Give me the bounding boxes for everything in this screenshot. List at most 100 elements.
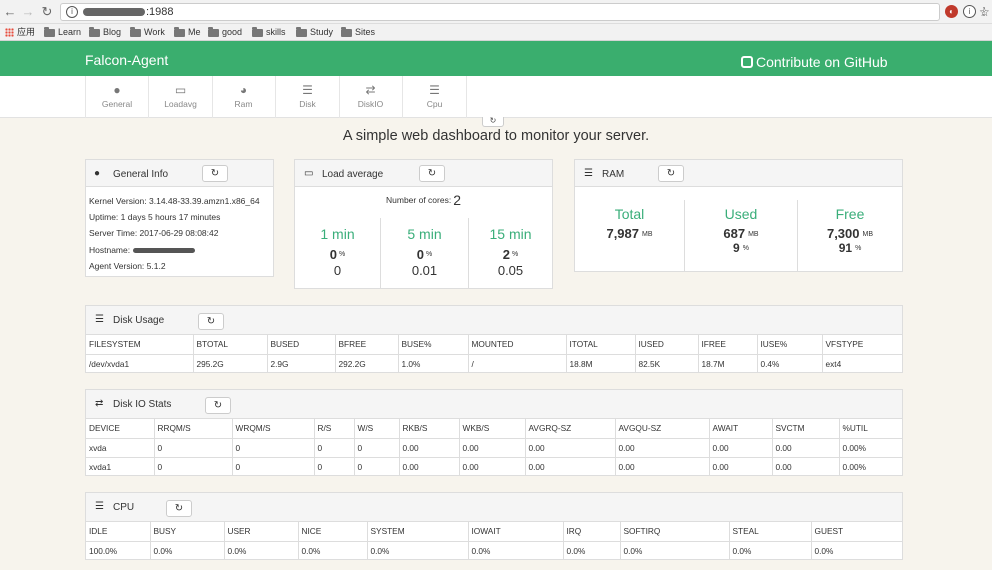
ram-percent: 91% (798, 241, 902, 255)
refresh-button[interactable]: ↻ (419, 165, 445, 182)
table-cell: 295.2G (193, 354, 268, 373)
tab-diskio[interactable]: ⇄ DiskIO (339, 76, 403, 118)
panel-header: ☰ CPU ↻ (86, 493, 902, 522)
ram-used: Used 687 MB 9% (684, 200, 797, 272)
table-cell: /dev/xvda1 (86, 354, 194, 373)
tab-label: DiskIO (357, 99, 384, 109)
ram-percent: 9% (685, 241, 797, 255)
panel-title: Load average (322, 169, 384, 180)
tab-label: Ram (234, 99, 253, 109)
uptime: Uptime: 1 days 5 hours 17 minutes (89, 212, 221, 223)
ram-value: 7,300 MB (798, 226, 902, 241)
column-header: STEAL (729, 522, 812, 542)
table-cell: 0.00 (615, 438, 710, 458)
bookmark-label: Study (310, 27, 334, 37)
table-cell: 0.00 (459, 457, 526, 476)
refresh-button[interactable]: ↻ (166, 500, 192, 517)
tab-ram[interactable]: ◕ Ram (212, 76, 276, 118)
folder-icon (208, 26, 219, 37)
column-header: RRQM/S (154, 419, 233, 439)
bookmark-apps[interactable]: 应用 (5, 26, 35, 39)
bookmark-learn[interactable]: Learn (44, 26, 81, 39)
info-icon: ● (113, 83, 121, 97)
exchange-icon: ⇄ (365, 83, 376, 97)
table-cell: 0.0% (298, 541, 368, 560)
table-cell: 0.4% (757, 354, 823, 373)
percent-unit: % (742, 245, 749, 252)
column-header: VFSTYPE (822, 335, 902, 355)
forward-icon[interactable]: → (20, 4, 36, 20)
disk-io-table: DEVICE RRQM/S WRQM/S R/S W/S RKB/S WKB/S… (86, 419, 902, 476)
extension-icon[interactable]: ◐ (945, 5, 958, 18)
tab-loadavg[interactable]: ▭ Loadavg (149, 76, 213, 118)
folder-icon (341, 26, 352, 37)
ram-label: Free (835, 206, 865, 222)
column-header: IUSE% (757, 335, 823, 355)
list-icon: ☰ (429, 83, 440, 97)
tab-label: Cpu (426, 99, 443, 109)
bookmark-label: 应用 (17, 27, 36, 37)
load-value: 0.05 (497, 263, 524, 278)
column-header: W/S (354, 419, 400, 439)
bookmark-blog[interactable]: Blog (89, 26, 121, 39)
folder-icon (130, 26, 141, 37)
back-icon[interactable]: ← (2, 4, 18, 20)
address-bar[interactable]: i :1988 ☆ (60, 3, 990, 21)
column-header: IOWAIT (468, 522, 564, 542)
bookmark-work[interactable]: Work (130, 26, 165, 39)
load-average-panel: ▭ Load average ↻ Number of cores: 2 1 min… (294, 159, 553, 289)
list-icon: ☰ (302, 83, 313, 97)
laptop-icon: ▭ (304, 168, 314, 179)
refresh-button[interactable]: ↻ (205, 397, 231, 414)
github-link[interactable]: Contribute on GitHub (741, 54, 888, 70)
url-port: :1988 (146, 6, 174, 18)
load-percent: 0% (295, 247, 380, 262)
bookmark-me[interactable]: Me (174, 26, 201, 39)
column-header: SOFTIRQ (620, 522, 730, 542)
disk-io-panel: ⇄ Disk IO Stats ↻ DEVICE RRQM/S WRQM/S R… (85, 389, 903, 476)
table-cell: 0.00 (459, 438, 526, 458)
cores-count: 2 (453, 192, 461, 208)
bookmark-good[interactable]: good (208, 26, 242, 39)
apps-grid-icon (5, 28, 14, 37)
ram-label: Total (614, 206, 645, 222)
refresh-button[interactable]: ↻ (658, 165, 684, 182)
table-cell: 0.00 (525, 457, 616, 476)
ram-unit: MB (862, 231, 874, 238)
tab-disk[interactable]: ☰ Disk (276, 76, 340, 118)
table-cell: 0.00% (842, 461, 867, 472)
column-header: USER (224, 522, 299, 542)
ram-free: Free 7,300 MB 91% (797, 200, 902, 272)
brand-title[interactable]: Falcon-Agent (85, 52, 168, 68)
tab-general[interactable]: ● General (85, 76, 149, 118)
column-header: AVGRQ-SZ (525, 419, 616, 439)
list-icon: ☰ (95, 314, 104, 325)
bookmark-study[interactable]: Study (296, 26, 333, 39)
table-header-row: FILESYSTEM BTOTAL BUSED BFREE BUSE% MOUN… (86, 335, 902, 355)
table-cell: xvda (86, 438, 155, 458)
table-cell: 0.0% (814, 545, 834, 556)
tab-cpu[interactable]: ☰ Cpu (403, 76, 467, 118)
column-header: R/S (314, 419, 355, 439)
column-header: WKB/S (459, 419, 526, 439)
table-row: xvda1 0 0 0 0 0.00 0.00 0.00 0.00 0.00 0… (86, 457, 902, 476)
bookmark-sites[interactable]: Sites (341, 26, 375, 39)
refresh-all-button[interactable]: ↻ (482, 117, 504, 127)
folder-icon (44, 26, 55, 37)
table-cell: 0.0% (150, 541, 225, 560)
site-info-icon[interactable]: i (66, 6, 78, 18)
bookmark-label: Blog (103, 27, 122, 37)
extension-info-icon[interactable]: i (963, 5, 976, 18)
menu-icon[interactable]: ⋮ (976, 4, 992, 20)
panel-header: ☰ RAM ↻ (575, 160, 902, 187)
column-header: FILESYSTEM (86, 335, 194, 355)
load-1min: 1 min 0% 0 (295, 218, 380, 289)
table-cell: 0.00 (772, 457, 840, 476)
panel-header: ⇄ Disk IO Stats ↻ (86, 390, 902, 419)
refresh-button[interactable]: ↻ (198, 313, 224, 330)
bookmark-skills[interactable]: skills (252, 26, 286, 39)
refresh-button[interactable]: ↻ (202, 165, 228, 182)
reload-icon[interactable]: ↻ (39, 4, 55, 20)
folder-icon (89, 26, 100, 37)
general-info-body: Kernel Version: 3.14.48-33.39.amzn1.x86_… (86, 187, 273, 274)
